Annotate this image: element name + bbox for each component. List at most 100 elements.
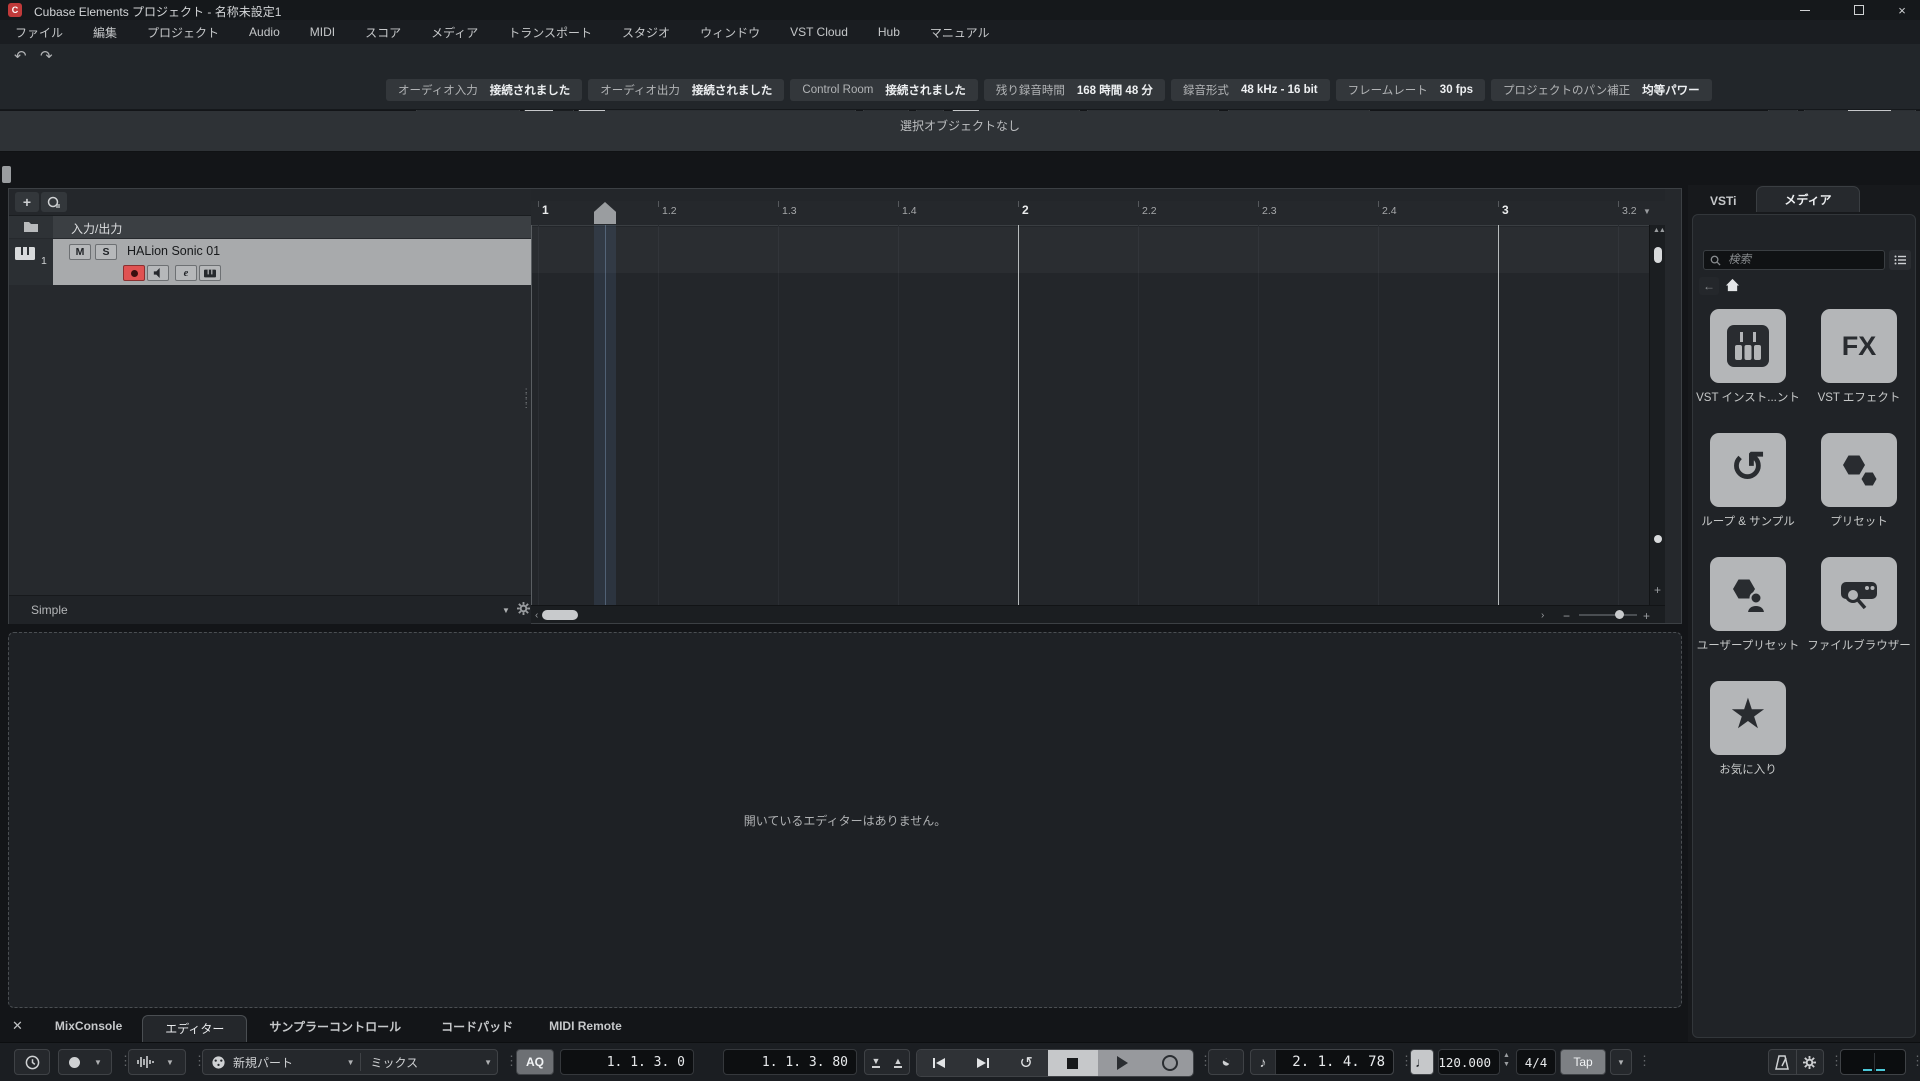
- menu-item-file[interactable]: ファイル: [0, 24, 78, 41]
- menu-item-window[interactable]: ウィンドウ: [685, 24, 775, 41]
- timeline-ruler[interactable]: 1 1.2 1.3 1.4 2 2.2 2.3 2.4 3 3.2 ▼: [531, 201, 1665, 226]
- menu-item-audio[interactable]: Audio: [234, 25, 295, 39]
- home-icon[interactable]: [1725, 278, 1740, 295]
- media-search-box[interactable]: [1703, 250, 1885, 270]
- vertical-scrollbar[interactable]: ▲▲ +: [1649, 225, 1665, 605]
- close-button[interactable]: ×: [1884, 0, 1920, 20]
- track-edit-button[interactable]: e: [175, 265, 197, 281]
- search-input[interactable]: [1726, 253, 1870, 267]
- media-tile-user-presets[interactable]: [1710, 557, 1786, 631]
- audio-output-chip[interactable]: オーディオ出力 接続されました: [588, 78, 785, 101]
- tab-midi-remote[interactable]: MIDI Remote: [545, 1019, 626, 1033]
- tab-sampler-control[interactable]: サンプラーコントロール: [265, 1018, 405, 1035]
- menu-item-edit[interactable]: 編集: [78, 24, 132, 41]
- minimize-button[interactable]: [1782, 0, 1828, 20]
- scroll-left-arrow[interactable]: ‹: [535, 610, 538, 621]
- visibility-agent-dropdown[interactable]: ▼: [497, 606, 515, 615]
- metronome-icon[interactable]: [1769, 1050, 1796, 1074]
- track-list-settings-gear-icon[interactable]: [517, 602, 530, 618]
- midi-record-mode-dropdown[interactable]: ▼: [342, 1058, 360, 1067]
- output-level-meter[interactable]: [1840, 1049, 1906, 1075]
- tab-media[interactable]: メディア: [1756, 186, 1860, 212]
- control-room-chip[interactable]: Control Room 接続されました: [790, 78, 978, 101]
- record-mode-dropdown[interactable]: ▼: [89, 1058, 107, 1067]
- v-zoom-thumb[interactable]: [1654, 535, 1662, 543]
- track-instrument-button[interactable]: [199, 265, 221, 281]
- h-zoom-out[interactable]: −: [1563, 609, 1570, 623]
- menu-item-score[interactable]: スコア: [350, 24, 416, 41]
- waveform-icon[interactable]: [129, 1050, 161, 1074]
- audio-input-chip[interactable]: オーディオ入力 接続されました: [386, 78, 583, 101]
- punch-out-icon[interactable]: ▲: [887, 1050, 909, 1074]
- menu-item-media[interactable]: メディア: [416, 24, 493, 41]
- menu-item-project[interactable]: プロジェクト: [132, 24, 234, 41]
- visibility-agent-label[interactable]: Simple: [31, 603, 68, 617]
- horizontal-scrollbar[interactable]: ‹ › − +: [531, 605, 1665, 623]
- menu-item-vst-cloud[interactable]: VST Cloud: [775, 25, 863, 39]
- punch-in-icon[interactable]: ▼: [865, 1050, 887, 1074]
- event-display[interactable]: 1 1.2 1.3 1.4 2 2.2 2.3 2.4 3 3.2 ▼ ‹ › …: [531, 189, 1665, 623]
- menu-item-manual[interactable]: マニュアル: [915, 24, 1005, 41]
- menu-item-studio[interactable]: スタジオ: [607, 24, 685, 41]
- tempo-menu-dropdown[interactable]: ▼: [1610, 1049, 1632, 1075]
- tempo-track-toggle[interactable]: ♩: [1410, 1049, 1434, 1075]
- midi-mix-mode-value[interactable]: ミックス: [361, 1054, 480, 1071]
- record-time-button[interactable]: [14, 1049, 50, 1075]
- media-list-view-button[interactable]: [1889, 250, 1911, 270]
- time-format-note-icon[interactable]: ♪: [1251, 1050, 1275, 1074]
- tab-vsti[interactable]: VSTi: [1698, 190, 1748, 212]
- tab-mixconsole[interactable]: MixConsole: [51, 1019, 126, 1033]
- record-button[interactable]: [1147, 1050, 1193, 1076]
- track-record-enable-button[interactable]: [123, 265, 145, 281]
- track-monitor-button[interactable]: [147, 265, 169, 281]
- tap-tempo-button[interactable]: Tap: [1560, 1049, 1606, 1075]
- media-tile-vst-instruments[interactable]: [1710, 309, 1786, 383]
- track-solo-button[interactable]: S: [95, 244, 117, 260]
- h-zoom-in[interactable]: +: [1643, 609, 1650, 623]
- menu-item-transport[interactable]: トランスポート: [493, 24, 607, 41]
- io-folder-track-row[interactable]: 入力/出力: [9, 216, 531, 238]
- v-zoom-in[interactable]: +: [1654, 583, 1661, 597]
- back-arrow-icon[interactable]: ←: [1699, 277, 1719, 295]
- media-tile-favorites[interactable]: ★: [1710, 681, 1786, 755]
- instrument-track-row[interactable]: 1 M S HALion Sonic 01 e: [9, 239, 531, 285]
- close-lower-zone-icon[interactable]: ✕: [12, 1018, 23, 1034]
- right-locator-field[interactable]: 1. 1. 3. 80: [723, 1049, 857, 1075]
- stop-button[interactable]: [1048, 1050, 1098, 1076]
- v-scroll-arrows[interactable]: ▲▲: [1653, 227, 1665, 234]
- tempo-spinner[interactable]: ▲ ▼: [1503, 1051, 1510, 1069]
- frame-rate-chip[interactable]: フレームレート 30 fps: [1335, 78, 1486, 101]
- midi-record-mode-value[interactable]: 新規パート: [233, 1054, 342, 1071]
- media-tile-vst-effects[interactable]: FX: [1821, 309, 1897, 383]
- track-preset-icon[interactable]: [41, 192, 67, 212]
- ruler-options-arrow[interactable]: ▼: [1643, 207, 1651, 216]
- add-track-button[interactable]: +: [15, 192, 39, 212]
- record-format-chip[interactable]: 録音形式 48 kHz - 16 bit: [1170, 78, 1330, 101]
- primary-time-display[interactable]: 2. 1. 4. 78: [1274, 1050, 1393, 1074]
- divider-handle[interactable]: [2, 166, 11, 183]
- midi-mix-mode-dropdown[interactable]: ▼: [479, 1058, 497, 1067]
- pan-law-chip[interactable]: プロジェクトのパン補正 均等パワー: [1491, 78, 1712, 101]
- auto-quantize-button[interactable]: AQ: [516, 1049, 554, 1075]
- click-toggle-button[interactable]: ◑: [1208, 1049, 1244, 1075]
- v-scroll-thumb[interactable]: [1654, 247, 1662, 263]
- track-mute-button[interactable]: M: [69, 244, 91, 260]
- arrange-grid[interactable]: [531, 225, 1649, 605]
- tab-chord-pads[interactable]: コードパッド: [437, 1018, 517, 1035]
- audio-alignment-dropdown[interactable]: ▼: [161, 1058, 179, 1067]
- media-tile-presets[interactable]: [1821, 433, 1897, 507]
- menu-item-hub[interactable]: Hub: [863, 25, 915, 39]
- scroll-right-arrow[interactable]: ›: [1541, 610, 1544, 621]
- h-scroll-thumb[interactable]: [542, 610, 579, 620]
- cycle-button[interactable]: ↺: [1004, 1050, 1049, 1076]
- record-time-chip[interactable]: 残り録音時間 168 時間 48 分: [983, 78, 1165, 101]
- tab-editor[interactable]: エディター: [142, 1014, 248, 1042]
- h-zoom-slider[interactable]: [1579, 610, 1637, 619]
- go-to-start-button[interactable]: [917, 1050, 961, 1076]
- left-locator-field[interactable]: 1. 1. 3. 0: [560, 1049, 694, 1075]
- metronome-settings-gear-icon[interactable]: [1795, 1050, 1824, 1074]
- record-mode-icon[interactable]: [59, 1050, 89, 1074]
- media-tile-loops-samples[interactable]: ↺: [1710, 433, 1786, 507]
- undo-icon[interactable]: ↶: [14, 47, 27, 65]
- menu-item-midi[interactable]: MIDI: [295, 25, 350, 39]
